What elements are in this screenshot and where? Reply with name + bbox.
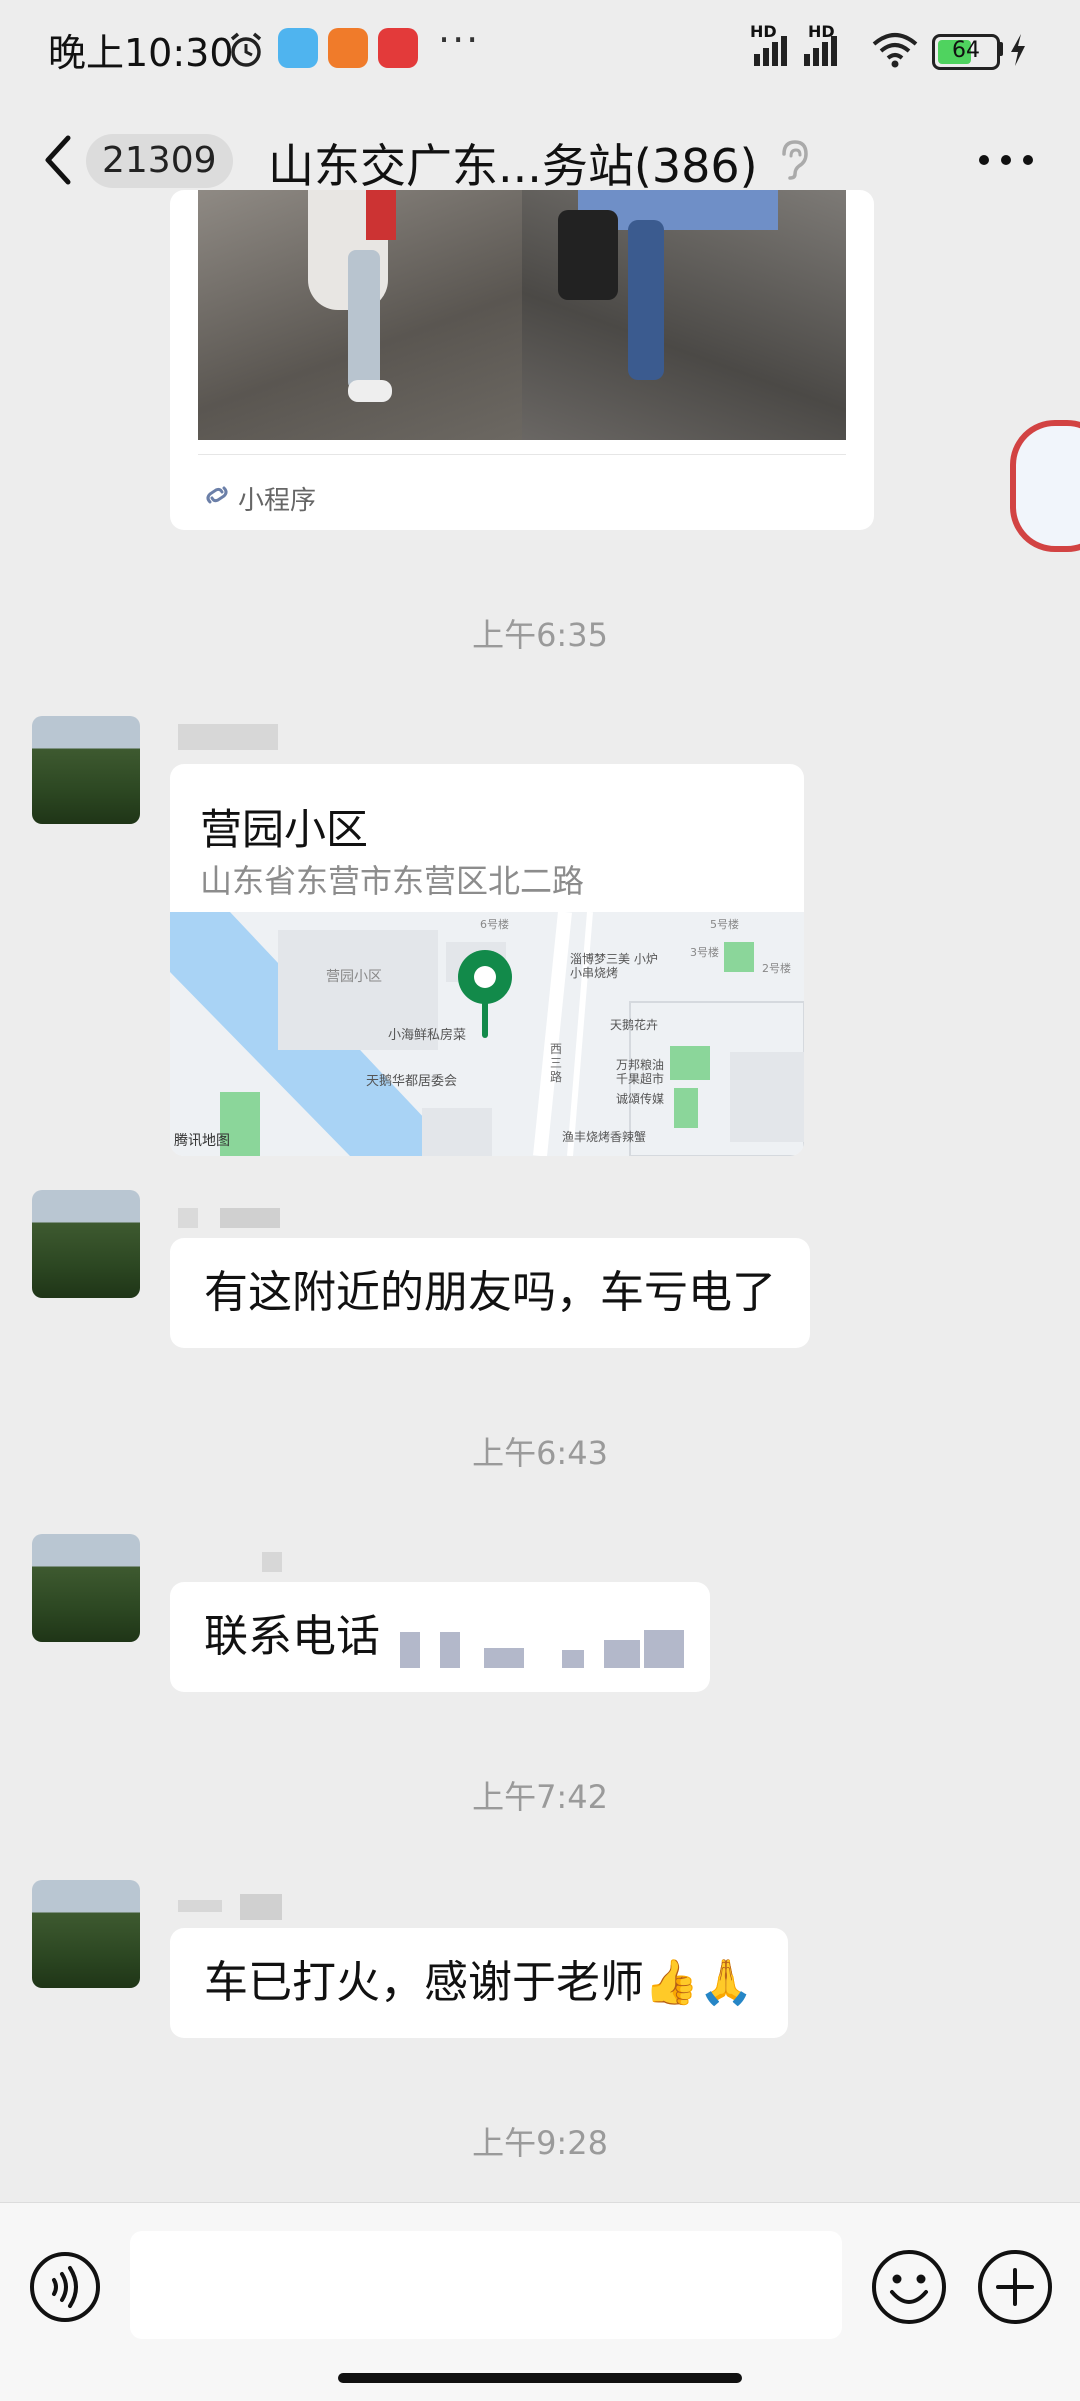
weibo-bird-icon [278,28,318,68]
divider [198,454,846,455]
status-more-icon: ··· [438,18,481,62]
back-arrow-icon[interactable] [38,132,78,188]
sender-name [240,1894,282,1920]
ear-icon [782,140,808,180]
avatar[interactable] [32,1534,140,1642]
redacted-phone [484,1648,524,1668]
map-label: 5号楼 [710,918,739,931]
input-bar [0,2202,1080,2401]
hd-label: HD [750,22,777,41]
voice-input-icon[interactable] [28,2250,102,2324]
redacted-phone [644,1630,684,1668]
message-bubble[interactable]: 车已打火，感谢于老师👍🙏 [170,1928,788,2038]
sender-name [178,724,278,750]
home-indicator[interactable] [338,2373,742,2383]
redacted-phone [604,1640,640,1668]
mini-program-label: 小程序 [238,486,317,516]
location-title: 营园小区 [200,805,369,854]
map-label: 渔丰烧烤香辣蟹 [562,1130,647,1144]
map-label: 3号楼 [690,946,719,959]
location-message[interactable]: 营园小区 山东省东营市东营区北二路 营园小区 小海鲜私房菜 天鹅华都居委会 淄博… [170,764,804,1156]
sender-name [178,1208,198,1228]
unread-count-badge[interactable]: 21309 [86,134,233,188]
emoji-icon[interactable] [870,2248,948,2326]
map-label: 天鹅花卉 [610,1018,659,1032]
map-label: 诚頌传媒 [616,1092,665,1106]
charging-icon [1011,34,1025,66]
map-label: 2号楼 [762,962,791,975]
redacted-phone [440,1632,460,1668]
wifi-icon [872,33,918,68]
battery-tip [998,42,1003,56]
mini-program-image [198,190,846,440]
timestamp: 上午6:43 [472,1434,608,1472]
message-bubble[interactable]: 有这附近的朋友吗，车亏电了 [170,1238,810,1348]
map-label: 万邦粮油 千果超市 [616,1058,665,1086]
map-label: 6号楼 [480,918,509,931]
message-input[interactable] [130,2231,842,2339]
app-notification-icon [378,28,418,68]
message-text: 联系电话 [204,1611,380,1662]
sender-name [262,1552,282,1572]
timestamp: 上午6:35 [472,616,608,654]
mini-program-card[interactable]: 小程序 [170,190,874,530]
map-label: 西三路 [550,1042,563,1084]
avatar[interactable] [32,1190,140,1298]
location-map[interactable]: 营园小区 小海鲜私房菜 天鹅华都居委会 淄博梦三美 小炉小串烧烤 天鹅花卉 万邦… [170,912,804,1156]
avatar[interactable] [32,716,140,824]
redacted-phone [562,1650,584,1668]
plus-icon[interactable] [976,2248,1054,2326]
redacted-phone [400,1632,420,1668]
battery-icon: 64 [932,34,1000,70]
map-label: 小海鲜私房菜 [388,1028,467,1043]
more-options-icon[interactable] [976,150,1036,170]
timestamp: 上午9:28 [472,2124,608,2162]
battery-level: 64 [952,38,980,63]
mi-icon [328,28,368,68]
sender-name [220,1208,280,1228]
chat-title[interactable]: 山东交广东...务站(386) [268,130,758,196]
status-time: 晚上10:30 [48,31,234,75]
map-label: 淄博梦三美 小炉小串烧烤 [570,952,658,980]
map-provider-logo: 腾讯地图 [174,1133,230,1149]
hd-label-2: HD [808,22,835,41]
map-label: 天鹅华都居委会 [366,1074,458,1089]
location-address: 山东省东营市东营区北二路 [200,862,585,900]
floating-mascot-icon[interactable] [1010,420,1080,552]
alarm-icon [230,32,262,67]
map-label: 营园小区 [326,969,382,985]
mini-program-icon [206,486,228,504]
sender-name [178,1900,222,1912]
map-pin-icon [458,950,512,1038]
avatar[interactable] [32,1880,140,1988]
timestamp: 上午7:42 [472,1778,608,1816]
status-bar: 晚上10:30 ··· HD HD 64 [0,0,1080,100]
